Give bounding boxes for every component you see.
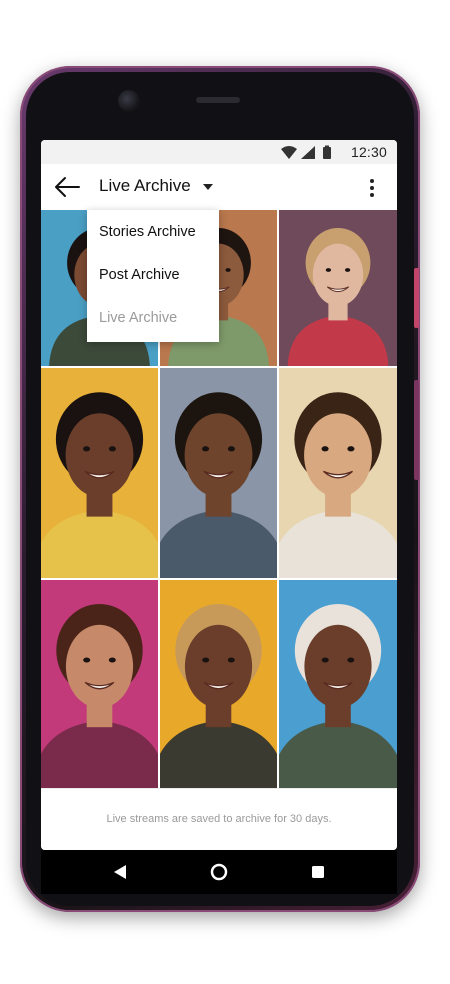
live-video-thumbnail[interactable] <box>279 368 397 578</box>
screen: 12:30 Live Archive Stories Archive Post … <box>41 140 397 850</box>
thumbnail-image <box>41 368 158 578</box>
live-video-thumbnail[interactable] <box>160 368 277 578</box>
archive-type-selector[interactable]: Live Archive <box>99 176 213 196</box>
thumbnail-image <box>279 368 397 578</box>
more-options-icon[interactable] <box>367 177 377 199</box>
archive-retention-note: Live streams are saved to archive for 30… <box>106 813 332 825</box>
thumbnail-image <box>279 580 397 788</box>
live-video-thumbnail[interactable] <box>41 580 158 788</box>
recents-square-icon[interactable] <box>311 865 325 879</box>
live-video-thumbnail[interactable] <box>279 210 397 366</box>
status-icons <box>281 145 331 159</box>
app-bar: Live Archive <box>41 164 397 210</box>
back-triangle-icon[interactable] <box>113 864 127 880</box>
volume-button <box>414 380 419 480</box>
menu-item-stories-archive[interactable]: Stories Archive <box>99 224 196 240</box>
back-arrow-icon[interactable] <box>53 174 81 200</box>
front-camera <box>118 90 140 112</box>
thumbnail-image <box>160 580 277 788</box>
archive-dropdown-menu: Stories Archive Post Archive Live Archiv… <box>87 210 219 342</box>
caret-down-icon <box>202 184 213 190</box>
live-video-thumbnail[interactable] <box>279 580 397 788</box>
status-bar: 12:30 <box>41 140 397 164</box>
android-nav-bar <box>41 850 397 894</box>
wifi-icon <box>281 146 297 159</box>
archive-footer: Live streams are saved to archive for 30… <box>41 788 397 850</box>
home-circle-icon[interactable] <box>209 862 229 882</box>
thumbnail-image <box>41 580 158 788</box>
page-title: Live Archive <box>99 176 191 195</box>
battery-icon <box>323 147 331 159</box>
power-button <box>414 268 419 328</box>
signal-icon <box>301 146 315 159</box>
thumbnail-image <box>160 368 277 578</box>
live-video-thumbnail[interactable] <box>160 580 277 788</box>
menu-item-live-archive[interactable]: Live Archive <box>99 310 177 326</box>
status-time: 12:30 <box>350 144 387 160</box>
earpiece-speaker <box>196 97 240 103</box>
thumbnail-image <box>279 210 397 366</box>
live-video-thumbnail[interactable] <box>41 368 158 578</box>
menu-item-post-archive[interactable]: Post Archive <box>99 267 180 283</box>
